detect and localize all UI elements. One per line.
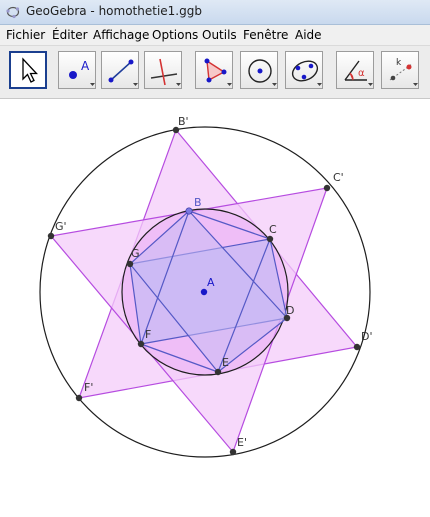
menu-outils[interactable]: Outils: [202, 28, 237, 42]
point-g-prime[interactable]: [47, 232, 55, 240]
label-e-prime: E': [237, 436, 247, 449]
point-tool-button[interactable]: A: [58, 51, 96, 89]
slider-tool-icon: k: [389, 58, 418, 86]
point-tool-icon: A: [69, 59, 95, 86]
angle-tool-icon: α: [344, 60, 373, 86]
circle-tool-button[interactable]: [240, 51, 278, 89]
conic-tool-icon: [291, 60, 322, 86]
menu-options[interactable]: Options: [152, 28, 198, 42]
line-tool-button[interactable]: [101, 51, 139, 89]
point-f[interactable]: [137, 340, 145, 348]
point-c-prime[interactable]: [323, 184, 331, 192]
label-b-prime: B': [178, 115, 189, 128]
geogebra-app-icon: [6, 6, 20, 19]
point-tool-label: A: [81, 59, 90, 73]
label-c: C: [269, 223, 277, 236]
polygon-tool-icon: [204, 58, 232, 86]
window-title: GeoGebra - homothetie1.ggb: [26, 4, 202, 18]
label-f: F: [145, 328, 151, 341]
angle-tool-button[interactable]: α: [336, 51, 374, 89]
menu-fichier[interactable]: Fichier: [6, 28, 45, 42]
point-c[interactable]: [266, 235, 274, 243]
svg-text:α: α: [358, 68, 365, 79]
toolbar: A α k: [0, 46, 430, 99]
menu-editer[interactable]: Éditer: [52, 28, 88, 42]
point-d-prime[interactable]: [353, 343, 361, 351]
move-tool-button[interactable]: [9, 51, 47, 89]
perpendicular-tool-button[interactable]: [144, 51, 182, 89]
label-d-prime: D': [361, 330, 373, 343]
point-a[interactable]: [200, 288, 208, 296]
circle-tool-icon: [248, 59, 277, 86]
point-f-prime[interactable]: [75, 394, 83, 402]
label-e: E: [222, 356, 229, 369]
label-d: D: [286, 304, 294, 317]
label-c-prime: C': [333, 171, 344, 184]
menu-aide[interactable]: Aide: [295, 28, 322, 42]
label-f-prime: F': [84, 381, 93, 394]
point-e[interactable]: [214, 368, 222, 376]
menu-fenetre[interactable]: Fenêtre: [243, 28, 288, 42]
geometry-canvas[interactable]: A B C D E F G B' C' D' E' F' G': [0, 99, 430, 513]
label-a: A: [207, 276, 215, 289]
label-g: G: [131, 247, 140, 260]
menu-bar: Fichier Éditer Affichage Options Outils …: [0, 25, 430, 46]
graphics-view[interactable]: A B C D E F G B' C' D' E' F' G': [0, 99, 430, 513]
slider-tool-button[interactable]: k: [381, 51, 419, 89]
move-tool-icon: [22, 57, 38, 83]
title-bar: GeoGebra - homothetie1.ggb: [0, 0, 430, 25]
label-g-prime: G': [55, 220, 67, 233]
svg-text:k: k: [396, 58, 402, 68]
line-tool-icon: [108, 59, 138, 86]
perpendicular-tool-icon: [150, 58, 181, 86]
conic-tool-button[interactable]: [285, 51, 323, 89]
menu-affichage[interactable]: Affichage: [93, 28, 149, 42]
polygon-tool-button[interactable]: [195, 51, 233, 89]
point-g[interactable]: [126, 260, 134, 268]
point-b[interactable]: [185, 207, 193, 215]
point-e-prime[interactable]: [229, 448, 237, 456]
label-b: B: [194, 196, 202, 209]
